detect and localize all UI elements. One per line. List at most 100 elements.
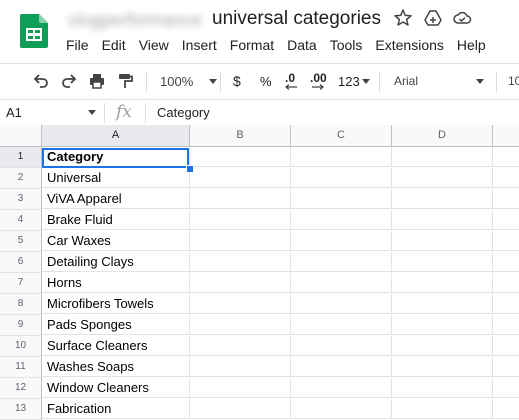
column-header-b[interactable]: B: [190, 125, 291, 147]
cell[interactable]: [493, 147, 519, 167]
row-header[interactable]: 3: [0, 189, 42, 210]
menu-help[interactable]: Help: [457, 37, 486, 53]
star-icon[interactable]: [393, 8, 413, 28]
cell[interactable]: [190, 357, 291, 377]
cell[interactable]: [392, 189, 493, 209]
cell-column-a[interactable]: Fabrication: [42, 399, 190, 419]
chevron-down-icon[interactable]: [88, 110, 96, 115]
cell[interactable]: [392, 273, 493, 293]
menu-extensions[interactable]: Extensions: [375, 37, 443, 53]
cell-column-a[interactable]: Pads Sponges: [42, 315, 190, 335]
row-header[interactable]: 11: [0, 357, 42, 378]
column-header-c[interactable]: C: [291, 125, 392, 147]
cell[interactable]: [493, 231, 519, 251]
cell[interactable]: [190, 315, 291, 335]
font-select[interactable]: Arial: [394, 72, 484, 90]
formula-input[interactable]: Category: [157, 105, 210, 120]
cell[interactable]: [190, 252, 291, 272]
menu-view[interactable]: View: [139, 37, 169, 53]
cell[interactable]: [493, 189, 519, 209]
cell[interactable]: [493, 315, 519, 335]
cell[interactable]: [190, 336, 291, 356]
cell[interactable]: [392, 168, 493, 188]
cell[interactable]: [493, 357, 519, 377]
cell[interactable]: [291, 231, 392, 251]
row-header[interactable]: 2: [0, 168, 42, 189]
cell-column-a[interactable]: Window Cleaners: [42, 378, 190, 398]
redo-icon[interactable]: [60, 72, 78, 90]
menu-data[interactable]: Data: [287, 37, 317, 53]
cell-column-a[interactable]: Universal: [42, 168, 190, 188]
menu-edit[interactable]: Edit: [102, 37, 126, 53]
cell-column-a[interactable]: Washes Soaps: [42, 357, 190, 377]
cell[interactable]: [190, 273, 291, 293]
cell[interactable]: [392, 210, 493, 230]
cell[interactable]: [392, 147, 493, 167]
column-header-d[interactable]: D: [392, 125, 493, 147]
column-header-a[interactable]: A: [42, 125, 190, 147]
row-header[interactable]: 7: [0, 273, 42, 294]
cell[interactable]: [392, 294, 493, 314]
cell[interactable]: [291, 399, 392, 419]
zoom-select[interactable]: 100%: [160, 72, 218, 90]
cell[interactable]: [392, 231, 493, 251]
cell-column-a[interactable]: Category: [42, 147, 190, 167]
cell[interactable]: [493, 273, 519, 293]
cell-column-a[interactable]: Detailing Clays: [42, 252, 190, 272]
cell[interactable]: [392, 315, 493, 335]
fill-handle[interactable]: [186, 165, 194, 173]
name-box[interactable]: A1: [6, 105, 22, 120]
cell[interactable]: [493, 378, 519, 398]
font-size-field[interactable]: 10: [508, 72, 519, 90]
cell[interactable]: [291, 252, 392, 272]
cell[interactable]: [493, 168, 519, 188]
cell[interactable]: [392, 252, 493, 272]
cell[interactable]: [493, 399, 519, 419]
cell[interactable]: [190, 294, 291, 314]
cell[interactable]: [190, 189, 291, 209]
menu-format[interactable]: Format: [230, 37, 274, 53]
row-header[interactable]: 4: [0, 210, 42, 231]
row-header[interactable]: 10: [0, 336, 42, 357]
cell-column-a[interactable]: Brake Fluid: [42, 210, 190, 230]
sheets-logo-icon[interactable]: [20, 14, 48, 48]
row-header[interactable]: 13: [0, 399, 42, 420]
move-to-drive-icon[interactable]: [423, 8, 443, 28]
cell[interactable]: [190, 168, 291, 188]
cell-column-a[interactable]: Microfibers Towels: [42, 294, 190, 314]
increase-decimal-button[interactable]: .00: [310, 72, 327, 90]
cell[interactable]: [493, 294, 519, 314]
cell[interactable]: [190, 399, 291, 419]
row-header[interactable]: 9: [0, 315, 42, 336]
cell[interactable]: [190, 210, 291, 230]
menu-tools[interactable]: Tools: [330, 37, 363, 53]
doc-title[interactable]: universal categories: [212, 8, 381, 30]
cell[interactable]: [291, 315, 392, 335]
select-all-corner[interactable]: [0, 125, 42, 147]
cell-column-a[interactable]: Surface Cleaners: [42, 336, 190, 356]
cell[interactable]: [392, 336, 493, 356]
cell[interactable]: [190, 147, 291, 167]
row-header[interactable]: 12: [0, 378, 42, 399]
more-formats-button[interactable]: 123: [338, 72, 370, 90]
cell[interactable]: [291, 189, 392, 209]
row-header[interactable]: 6: [0, 252, 42, 273]
cell-column-a[interactable]: Car Waxes: [42, 231, 190, 251]
cell[interactable]: [493, 336, 519, 356]
cell[interactable]: [493, 210, 519, 230]
paint-format-icon[interactable]: [116, 72, 134, 90]
cell[interactable]: [392, 378, 493, 398]
cell[interactable]: [493, 252, 519, 272]
cell[interactable]: [291, 147, 392, 167]
cell[interactable]: [291, 210, 392, 230]
print-icon[interactable]: [88, 72, 106, 90]
row-header[interactable]: 1: [0, 147, 42, 168]
cloud-saved-icon[interactable]: [452, 8, 472, 28]
cell[interactable]: [291, 294, 392, 314]
cell[interactable]: [190, 378, 291, 398]
cell[interactable]: [291, 357, 392, 377]
menu-insert[interactable]: Insert: [182, 37, 217, 53]
cell[interactable]: [291, 336, 392, 356]
cell[interactable]: [392, 357, 493, 377]
menu-file[interactable]: File: [66, 37, 89, 53]
